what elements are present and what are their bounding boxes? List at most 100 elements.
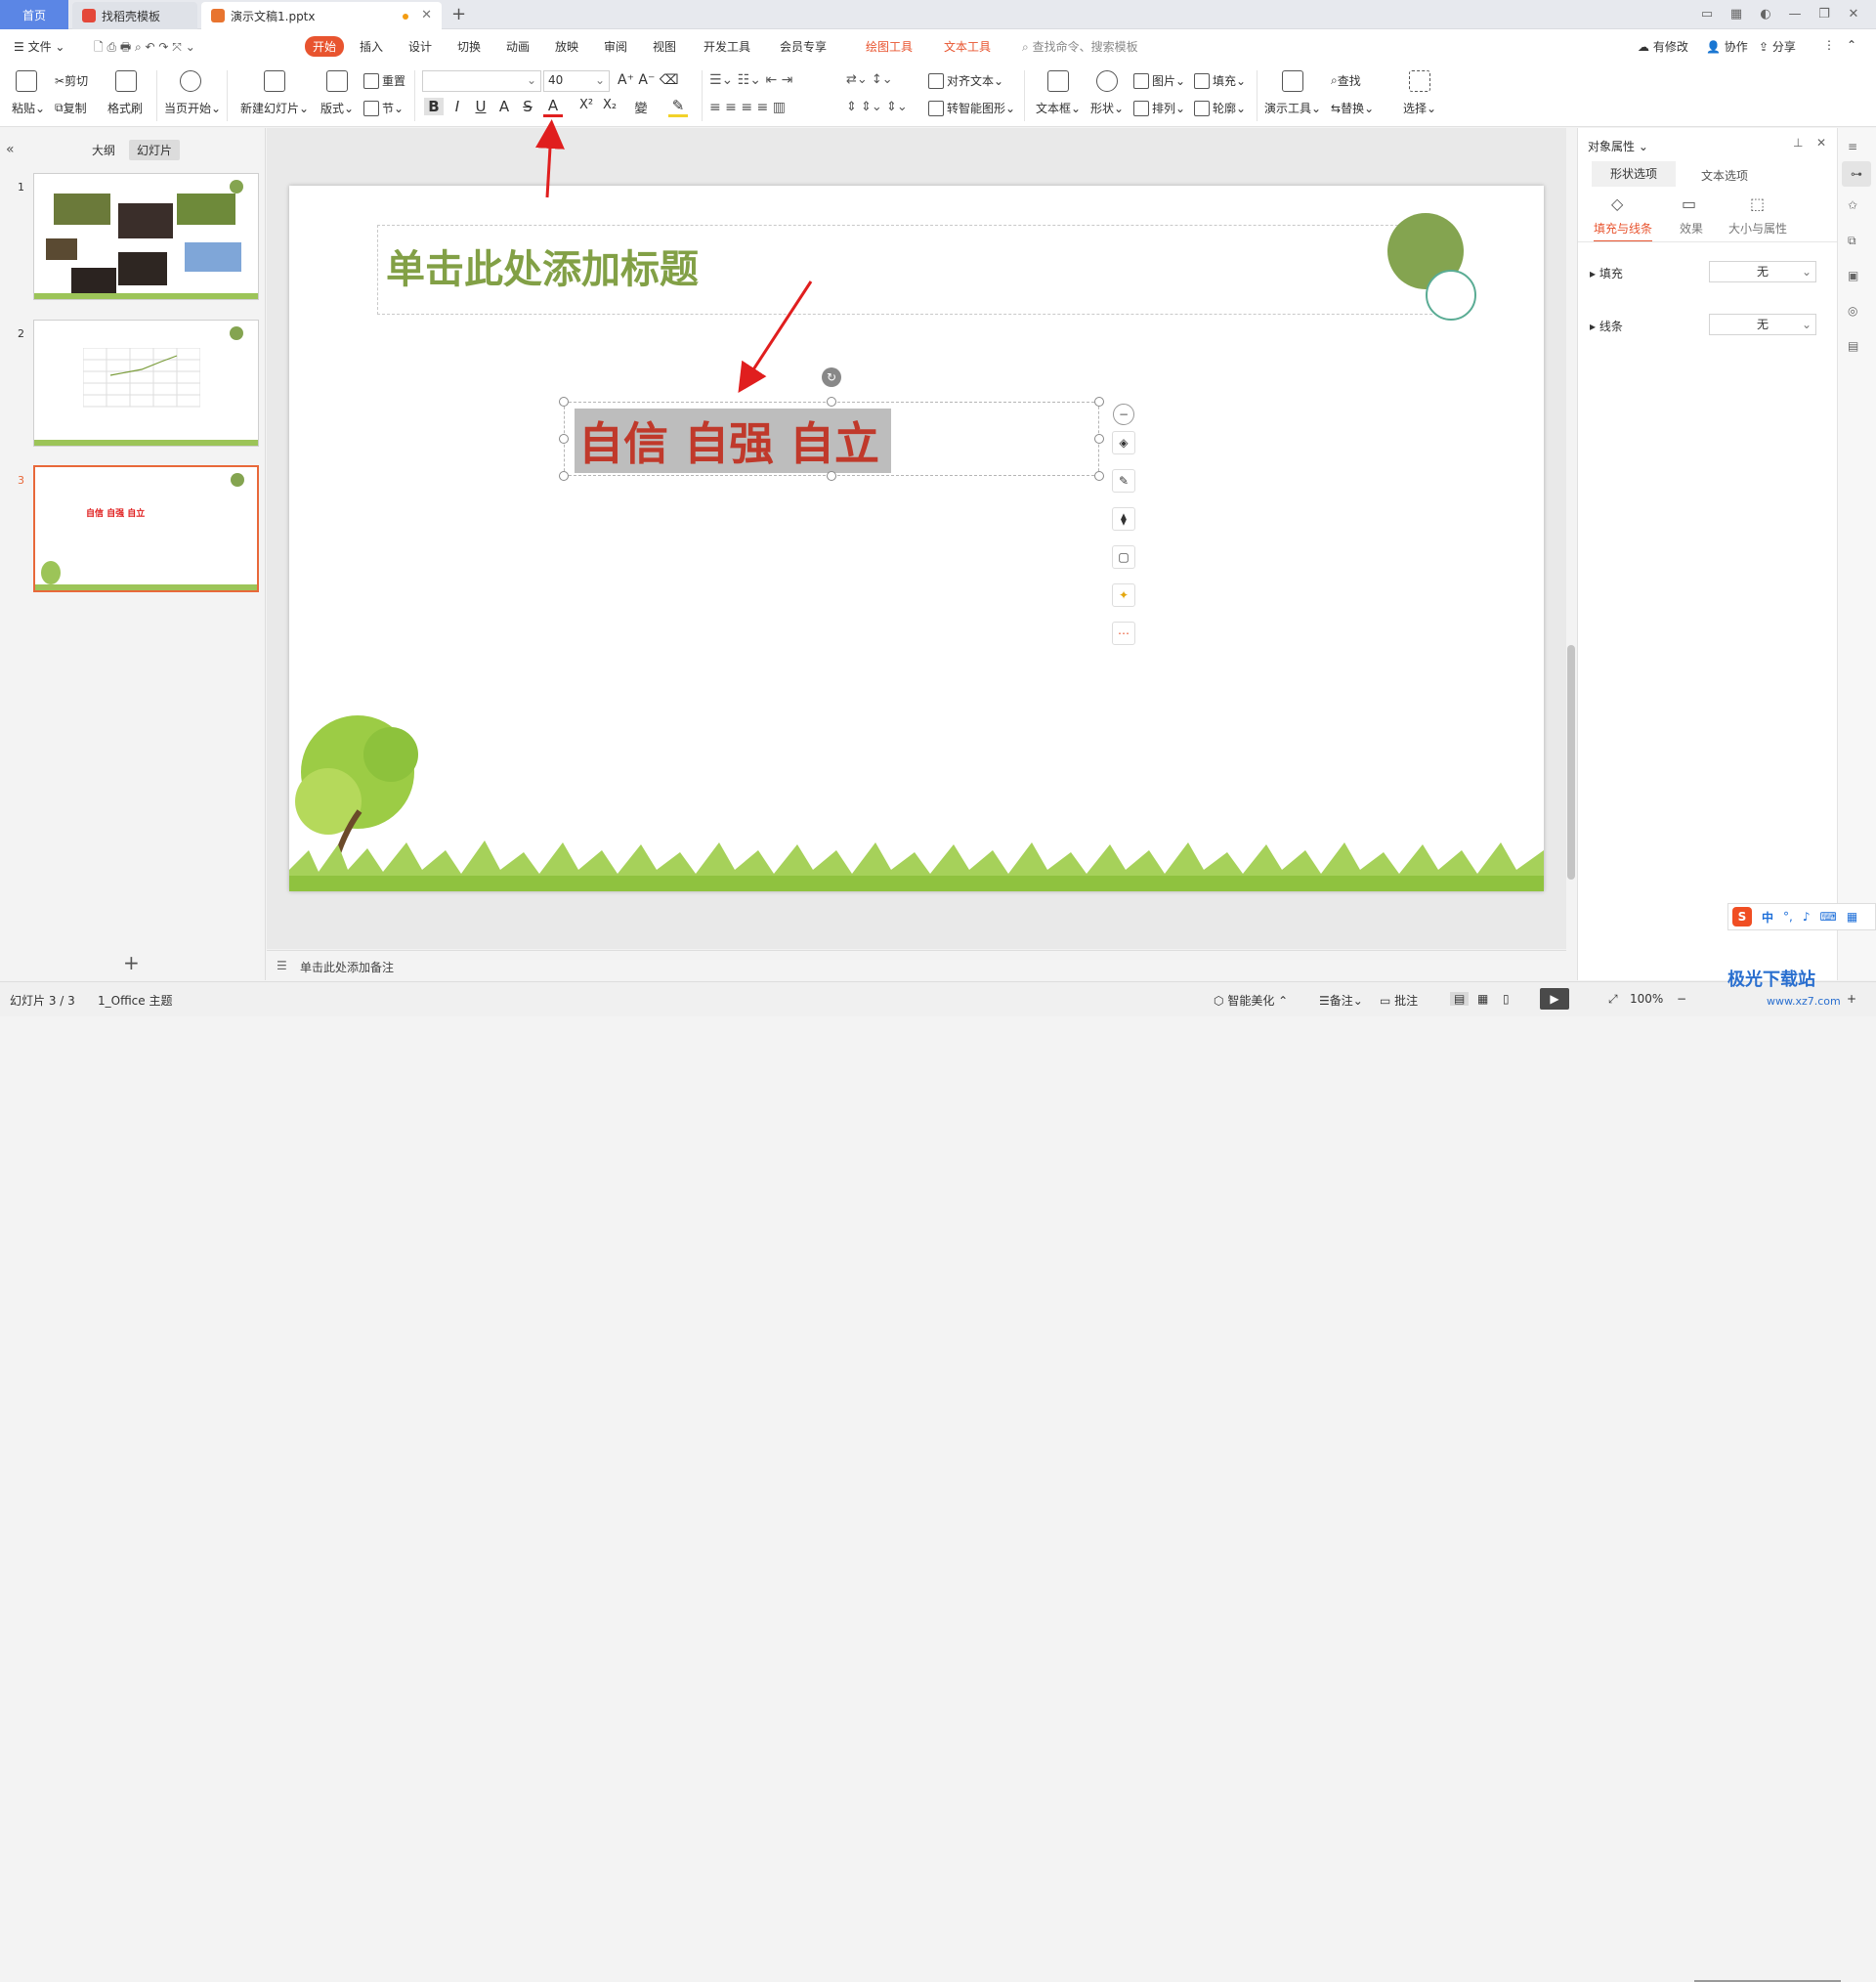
list-tools[interactable]: ☰⌄ ☷⌄ ⇤ ⇥ bbox=[709, 72, 792, 88]
textbox-button[interactable]: 文本框 ⌄ bbox=[1036, 100, 1081, 116]
menu-item-start[interactable]: 开始 bbox=[305, 36, 345, 57]
shape-button[interactable]: 形状 ⌄ bbox=[1090, 100, 1124, 116]
slide-thumbnail-2[interactable] bbox=[33, 320, 259, 447]
resize-handle[interactable] bbox=[1094, 471, 1104, 481]
copy-button[interactable]: ⧉ 复制 bbox=[55, 100, 87, 116]
slide-thumbnail-1[interactable] bbox=[33, 173, 259, 300]
line-select[interactable]: 无 ⌄ bbox=[1709, 314, 1816, 335]
format-painter-icon[interactable] bbox=[115, 70, 137, 92]
subtab-size[interactable]: 大小与属性 bbox=[1728, 220, 1787, 237]
zoom-out-icon[interactable]: − bbox=[1677, 992, 1686, 1006]
font-size-tools[interactable]: A⁺ A⁻ ⌫ bbox=[618, 72, 679, 88]
reset-button[interactable]: 重置 bbox=[363, 72, 405, 89]
line-section-toggle[interactable]: ▸ 线条 bbox=[1590, 318, 1623, 334]
scrollbar-thumb[interactable] bbox=[1567, 645, 1575, 880]
phonetic-icon[interactable]: 變 bbox=[631, 98, 651, 116]
strikethrough-icon[interactable]: S bbox=[518, 98, 537, 115]
quick-access-icons[interactable]: 🗋 ⎙ 🖶 ⌕ ↶ ↷ ⤧ ⌄ bbox=[94, 38, 195, 59]
subscript-icon[interactable]: X₂ bbox=[600, 98, 619, 112]
restore-icon[interactable]: ❐ bbox=[1813, 4, 1835, 25]
fit-window-icon[interactable]: ⤢ bbox=[1608, 992, 1618, 1007]
arrange-button[interactable]: 排列 ⌄ bbox=[1133, 100, 1185, 116]
panel-title[interactable]: 对象属性 ⌄ bbox=[1588, 138, 1648, 154]
layout-icon[interactable]: ▭ bbox=[1696, 4, 1718, 25]
normal-view-icon[interactable]: ▤ bbox=[1450, 992, 1470, 1006]
slide-thumbnail-3[interactable]: 自信 自强 自立 bbox=[33, 465, 259, 592]
replace-button[interactable]: ⇆ 替换 ⌄ bbox=[1331, 100, 1374, 116]
comments-button[interactable]: ▭ 批注 bbox=[1380, 992, 1418, 1009]
select-button[interactable]: 选择 ⌄ bbox=[1403, 100, 1436, 116]
resize-handle[interactable] bbox=[827, 471, 836, 481]
ime-toolbar[interactable]: S 中 °, ♪ ⌨ ▦ bbox=[1727, 903, 1876, 930]
book-icon[interactable]: ▤ bbox=[1848, 339, 1858, 353]
menu-item-member[interactable]: 会员专享 bbox=[780, 38, 827, 55]
image-panel-icon[interactable]: ▣ bbox=[1848, 269, 1858, 282]
new-slide-icon[interactable] bbox=[264, 70, 285, 92]
tab-text-options[interactable]: 文本选项 bbox=[1701, 167, 1748, 184]
more-icon[interactable]: ⋯ bbox=[1112, 622, 1135, 645]
smart-beautify-button[interactable]: ⬡ 智能美化 ⌃ bbox=[1214, 992, 1288, 1009]
layout-button[interactable]: 版式 ⌄ bbox=[320, 100, 354, 116]
file-menu[interactable]: ☰ 文件 ⌄ bbox=[14, 38, 64, 55]
subtab-effect[interactable]: 效果 bbox=[1680, 220, 1703, 237]
smartart-button[interactable]: 转智能图形 ⌄ bbox=[928, 100, 1015, 116]
fill-button[interactable]: 填充 ⌄ bbox=[1194, 72, 1246, 89]
select-icon[interactable] bbox=[1409, 70, 1430, 92]
superscript-icon[interactable]: X² bbox=[576, 98, 596, 112]
menu-item-view[interactable]: 视图 bbox=[653, 38, 676, 55]
theme-name[interactable]: 1_Office 主题 bbox=[98, 992, 172, 1009]
bold-icon[interactable]: B bbox=[424, 98, 444, 115]
paste-button[interactable]: 粘贴 ⌄ bbox=[12, 100, 45, 116]
menu-item-insert[interactable]: 插入 bbox=[360, 38, 383, 55]
picture-button[interactable]: 图片 ⌄ bbox=[1133, 72, 1185, 89]
new-tab-button[interactable]: + bbox=[451, 4, 466, 24]
highlight-icon[interactable]: ✎ bbox=[668, 98, 688, 117]
apps-grid-icon[interactable]: ▦ bbox=[1726, 4, 1747, 25]
resize-handle[interactable] bbox=[827, 397, 836, 407]
rotate-handle-icon[interactable]: ↻ bbox=[822, 367, 841, 387]
skin-icon[interactable]: ◐ bbox=[1755, 4, 1776, 25]
pen-icon[interactable]: ✎ bbox=[1112, 469, 1135, 493]
outline-button[interactable]: 轮廓 ⌄ bbox=[1194, 100, 1246, 116]
close-tab-icon[interactable]: ✕ bbox=[421, 8, 432, 22]
resize-handle[interactable] bbox=[559, 434, 569, 444]
layout-icon[interactable] bbox=[326, 70, 348, 92]
tab-document[interactable]: 演示文稿1.pptx ✕ bbox=[201, 2, 442, 29]
menu-item-drawing-tools[interactable]: 绘图工具 bbox=[866, 38, 913, 55]
title-placeholder[interactable]: 单击此处添加标题 bbox=[377, 225, 1447, 315]
fill-bucket-icon[interactable]: ⧫ bbox=[1112, 507, 1135, 531]
lightbulb-icon[interactable]: ✦ bbox=[1112, 583, 1135, 607]
menu-item-transition[interactable]: 切换 bbox=[457, 38, 481, 55]
format-painter-button[interactable]: 格式刷 bbox=[107, 100, 143, 116]
close-window-icon[interactable]: ✕ bbox=[1843, 4, 1864, 25]
present-tools-icon[interactable] bbox=[1282, 70, 1303, 92]
location-icon[interactable]: ◎ bbox=[1848, 304, 1857, 318]
tab-home[interactable]: 首页 bbox=[0, 0, 68, 29]
notes-button[interactable]: ☰备注⌄ bbox=[1319, 992, 1363, 1009]
tab-template[interactable]: 找稻壳模板 bbox=[72, 2, 197, 29]
find-button[interactable]: ⌕ 查找 bbox=[1331, 72, 1361, 89]
menu-item-animation[interactable]: 动画 bbox=[506, 38, 530, 55]
collapse-ribbon-icon[interactable]: ⌃ bbox=[1847, 38, 1856, 52]
italic-icon[interactable]: I bbox=[448, 98, 467, 115]
copy-panel-icon[interactable]: ⧉ bbox=[1848, 234, 1856, 248]
present-tools-button[interactable]: 演示工具 ⌄ bbox=[1264, 100, 1321, 116]
command-search[interactable]: ⌕ 查找命令、搜索模板 bbox=[1022, 38, 1138, 55]
layers-icon[interactable]: ◈ bbox=[1112, 431, 1135, 454]
collapse-toolbar-icon[interactable]: − bbox=[1113, 404, 1134, 425]
play-from-current-button[interactable]: 当页开始 ⌄ bbox=[164, 100, 221, 116]
more-icon[interactable]: ⋮ bbox=[1823, 38, 1835, 52]
sorter-view-icon[interactable]: ▦ bbox=[1477, 992, 1488, 1006]
collapse-pane-icon[interactable]: « bbox=[6, 142, 15, 157]
subtab-fill-line[interactable]: 填充与线条 bbox=[1594, 220, 1653, 242]
fill-section-toggle[interactable]: ▸ 填充 bbox=[1590, 265, 1623, 281]
fill-select[interactable]: 无 ⌄ bbox=[1709, 261, 1816, 282]
collab-button[interactable]: 👤 协作 bbox=[1706, 38, 1748, 55]
zoom-level[interactable]: 100% bbox=[1630, 992, 1663, 1006]
line-spacing-tools[interactable]: ⇕ ⇕⌄ ⇕⌄ bbox=[846, 100, 908, 114]
properties-icon[interactable]: ⊶ bbox=[1842, 161, 1871, 187]
tab-shape-options[interactable]: 形状选项 bbox=[1592, 161, 1676, 187]
shape-icon[interactable] bbox=[1096, 70, 1118, 92]
close-pane-icon[interactable]: ✕ bbox=[1816, 136, 1826, 150]
zoom-in-icon[interactable]: + bbox=[1847, 992, 1856, 1006]
